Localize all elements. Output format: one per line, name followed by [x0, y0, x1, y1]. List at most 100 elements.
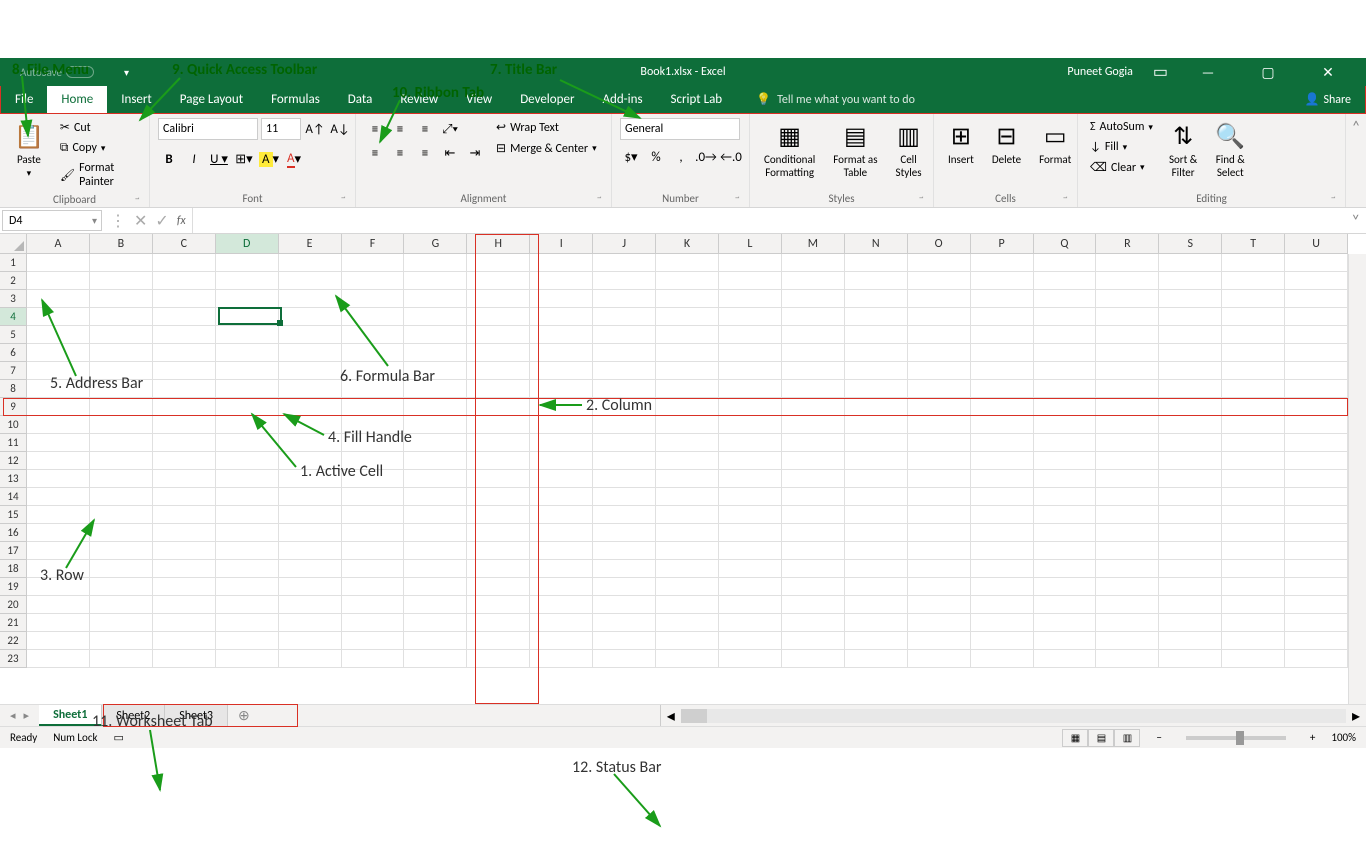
col-header-O[interactable]: O: [908, 234, 971, 254]
enter-icon[interactable]: ✓: [155, 211, 168, 231]
user-name[interactable]: Puneet Gogia: [1067, 65, 1132, 79]
indent-increase-icon[interactable]: ⇥: [464, 142, 486, 164]
row-header-14[interactable]: 14: [0, 488, 27, 506]
col-header-K[interactable]: K: [656, 234, 719, 254]
orientation-icon[interactable]: ⤢▾: [439, 118, 461, 140]
row-header-8[interactable]: 8: [0, 380, 27, 398]
copy-button[interactable]: ⧉Copy ▾: [56, 139, 141, 157]
row-header-13[interactable]: 13: [0, 470, 27, 488]
merge-center-button[interactable]: ⊟Merge & Center ▾: [492, 139, 601, 158]
close-button[interactable]: ✕: [1308, 64, 1348, 81]
font-size-select[interactable]: [261, 118, 301, 140]
formula-input[interactable]: [193, 208, 1346, 233]
expand-formula-icon[interactable]: ˅: [1345, 208, 1366, 233]
row-header-10[interactable]: 10: [0, 416, 27, 434]
page-layout-view-button[interactable]: ▤: [1088, 729, 1114, 747]
tab-developer[interactable]: Developer: [506, 86, 588, 113]
autosave-toggle[interactable]: [66, 66, 94, 78]
row-header-11[interactable]: 11: [0, 434, 27, 452]
cancel-icon[interactable]: ✕: [134, 211, 147, 231]
col-header-G[interactable]: G: [404, 234, 467, 254]
find-select-button[interactable]: 🔍Find & Select: [1209, 118, 1251, 183]
format-as-table-button[interactable]: ▤Format as Table: [827, 118, 883, 183]
row-header-18[interactable]: 18: [0, 560, 27, 578]
minimize-button[interactable]: —: [1188, 64, 1228, 81]
row-header-19[interactable]: 19: [0, 578, 27, 596]
align-center-icon[interactable]: ≡: [389, 142, 411, 164]
align-middle-icon[interactable]: ≡: [389, 118, 411, 140]
col-header-P[interactable]: P: [971, 234, 1034, 254]
macro-icon[interactable]: ▭: [114, 731, 124, 744]
number-format-select[interactable]: [620, 118, 740, 140]
select-all-corner[interactable]: [0, 234, 27, 254]
sheet-tab-sheet3[interactable]: Sheet3: [165, 705, 228, 726]
row-header-20[interactable]: 20: [0, 596, 27, 614]
cell-styles-button[interactable]: ▥Cell Styles: [890, 118, 928, 183]
col-header-F[interactable]: F: [342, 234, 405, 254]
insert-button[interactable]: ⊞Insert: [942, 118, 980, 170]
autosum-button[interactable]: ΣAutoSum ▾: [1086, 118, 1157, 136]
tab-script-lab[interactable]: Script Lab: [657, 86, 737, 113]
col-header-H[interactable]: H: [467, 234, 530, 254]
tab-view[interactable]: View: [452, 86, 506, 113]
tab-file[interactable]: File: [1, 86, 47, 113]
col-header-Q[interactable]: Q: [1034, 234, 1097, 254]
row-header-21[interactable]: 21: [0, 614, 27, 632]
delete-button[interactable]: ⊟Delete: [986, 118, 1027, 170]
col-header-I[interactable]: I: [530, 234, 593, 254]
col-header-M[interactable]: M: [782, 234, 845, 254]
wrap-text-button[interactable]: ↩Wrap Text: [492, 118, 601, 137]
row-header-12[interactable]: 12: [0, 452, 27, 470]
col-header-B[interactable]: B: [90, 234, 153, 254]
zoom-value[interactable]: 100%: [1331, 731, 1356, 744]
zoom-out-button[interactable]: −: [1156, 731, 1161, 744]
row-header-15[interactable]: 15: [0, 506, 27, 524]
col-header-N[interactable]: N: [845, 234, 908, 254]
align-top-icon[interactable]: ≡: [364, 118, 386, 140]
sheet-tab-sheet2[interactable]: Sheet2: [102, 705, 165, 726]
tab-insert[interactable]: Insert: [107, 86, 166, 113]
tab-page-layout[interactable]: Page Layout: [166, 86, 257, 113]
cells-area[interactable]: [27, 254, 1348, 704]
tab-data[interactable]: Data: [334, 86, 387, 113]
col-header-D[interactable]: D: [216, 234, 279, 254]
prev-sheet-icon[interactable]: ◂: [10, 709, 16, 722]
autosave-indicator[interactable]: AutoSave: [20, 66, 94, 79]
bold-button[interactable]: B: [158, 148, 180, 170]
horizontal-scrollbar[interactable]: ◂ ▸: [660, 705, 1366, 726]
zoom-in-button[interactable]: +: [1310, 731, 1315, 744]
align-left-icon[interactable]: ≡: [364, 142, 386, 164]
qat-dropdown-icon[interactable]: ▾: [124, 66, 129, 79]
col-header-U[interactable]: U: [1285, 234, 1348, 254]
sheet-tab-sheet1[interactable]: Sheet1: [39, 705, 102, 726]
increase-font-icon[interactable]: A↑: [304, 118, 326, 140]
tab-formulas[interactable]: Formulas: [257, 86, 334, 113]
col-header-S[interactable]: S: [1159, 234, 1222, 254]
formula-options-icon[interactable]: ⋮: [110, 211, 126, 231]
row-header-1[interactable]: 1: [0, 254, 27, 272]
clear-button[interactable]: ⌫Clear ▾: [1086, 158, 1157, 177]
row-header-9[interactable]: 9: [0, 398, 27, 416]
row-header-7[interactable]: 7: [0, 362, 27, 380]
maximize-button[interactable]: ▢: [1248, 64, 1288, 81]
format-button[interactable]: ▭Format: [1033, 118, 1077, 170]
align-right-icon[interactable]: ≡: [414, 142, 436, 164]
percent-icon[interactable]: %: [645, 146, 667, 168]
fx-icon[interactable]: fx: [177, 214, 186, 228]
page-break-view-button[interactable]: ▥: [1114, 729, 1140, 747]
normal-view-button[interactable]: ▦: [1062, 729, 1088, 747]
col-header-J[interactable]: J: [593, 234, 656, 254]
decrease-font-icon[interactable]: A↓: [329, 118, 351, 140]
row-header-5[interactable]: 5: [0, 326, 27, 344]
account-icon[interactable]: ▭: [1153, 62, 1168, 82]
vertical-scrollbar[interactable]: [1348, 254, 1366, 704]
row-header-6[interactable]: 6: [0, 344, 27, 362]
row-header-22[interactable]: 22: [0, 632, 27, 650]
font-color-button[interactable]: A▾: [283, 148, 305, 170]
cut-button[interactable]: ✂Cut: [56, 118, 141, 137]
indent-decrease-icon[interactable]: ⇤: [439, 142, 461, 164]
tab-home[interactable]: Home: [47, 86, 107, 113]
next-sheet-icon[interactable]: ▸: [24, 709, 30, 722]
col-header-L[interactable]: L: [719, 234, 782, 254]
fill-button[interactable]: ↓Fill ▾: [1086, 138, 1157, 156]
